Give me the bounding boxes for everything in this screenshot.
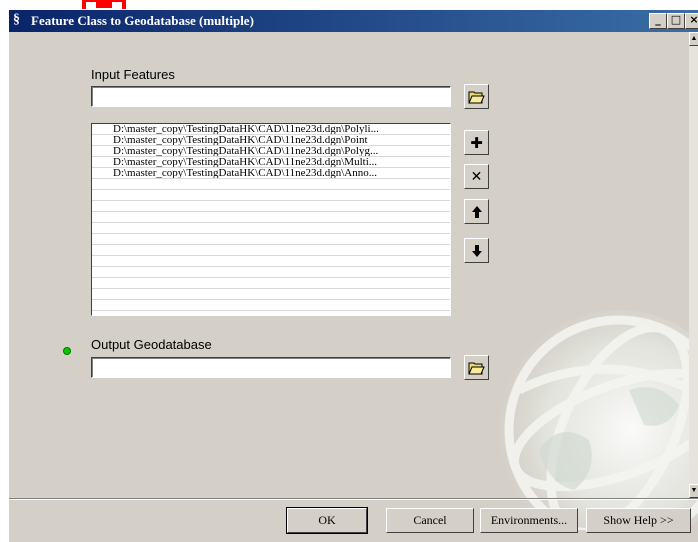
list-item-empty — [92, 289, 450, 300]
footer-divider — [9, 498, 698, 500]
list-item-empty — [92, 212, 450, 223]
list-item-empty — [92, 179, 450, 190]
dialog-window: § Feature Class to Geodatabase (multiple… — [8, 9, 698, 542]
vertical-scrollbar[interactable]: ▲ ▼ — [689, 32, 698, 498]
title-bar[interactable]: § Feature Class to Geodatabase (multiple… — [9, 10, 698, 32]
remove-icon: ✕ — [470, 168, 483, 185]
output-browse-button[interactable] — [464, 355, 489, 380]
open-folder-icon — [468, 362, 485, 375]
list-item-empty — [92, 234, 450, 245]
list-item-empty — [92, 267, 450, 278]
add-button[interactable]: ✚ — [464, 130, 489, 155]
list-item-empty — [92, 245, 450, 256]
list-item[interactable]: D:\master_copy\TestingDataHK\CAD\11ne23d… — [92, 124, 450, 135]
environments-button[interactable]: Environments... — [480, 508, 578, 533]
move-up-icon — [471, 205, 482, 218]
window-title: Feature Class to Geodatabase (multiple) — [31, 13, 254, 28]
toolbox-icon: § — [13, 12, 20, 27]
remove-button[interactable]: ✕ — [464, 164, 489, 189]
list-item-empty — [92, 256, 450, 267]
close-button[interactable]: × — [685, 13, 698, 29]
open-folder-icon — [468, 91, 485, 104]
list-item-empty — [92, 300, 450, 311]
input-features-field[interactable] — [91, 86, 451, 107]
list-item-empty — [92, 201, 450, 212]
list-item-empty — [92, 223, 450, 234]
ok-button[interactable]: OK — [286, 507, 368, 534]
move-down-icon — [471, 244, 482, 257]
list-item-empty — [92, 278, 450, 289]
minimize-button[interactable]: _ — [649, 13, 667, 29]
input-features-label: Input Features — [91, 67, 175, 82]
show-help-button[interactable]: Show Help >> — [586, 508, 691, 533]
output-geodatabase-label: Output Geodatabase — [91, 337, 212, 352]
list-item[interactable]: D:\master_copy\TestingDataHK\CAD\11ne23d… — [92, 157, 450, 168]
list-item-empty — [92, 190, 450, 201]
list-item[interactable]: D:\master_copy\TestingDataHK\CAD\11ne23d… — [92, 146, 450, 157]
list-item[interactable]: D:\master_copy\TestingDataHK\CAD\11ne23d… — [92, 168, 450, 179]
required-indicator-icon — [63, 347, 71, 355]
list-item[interactable]: D:\master_copy\TestingDataHK\CAD\11ne23d… — [92, 135, 450, 146]
maximize-button[interactable]: □ — [667, 13, 685, 29]
cancel-button[interactable]: Cancel — [386, 508, 474, 533]
add-icon: ✚ — [470, 133, 483, 152]
feature-list[interactable]: D:\master_copy\TestingDataHK\CAD\11ne23d… — [91, 123, 451, 316]
input-browse-button[interactable] — [464, 84, 489, 109]
scroll-up-arrow-icon[interactable]: ▲ — [689, 32, 698, 46]
scroll-down-arrow-icon[interactable]: ▼ — [689, 484, 698, 498]
globe-watermark — [499, 310, 698, 530]
move-down-button[interactable] — [464, 238, 489, 263]
move-up-button[interactable] — [464, 199, 489, 224]
output-geodatabase-field[interactable] — [91, 357, 451, 378]
